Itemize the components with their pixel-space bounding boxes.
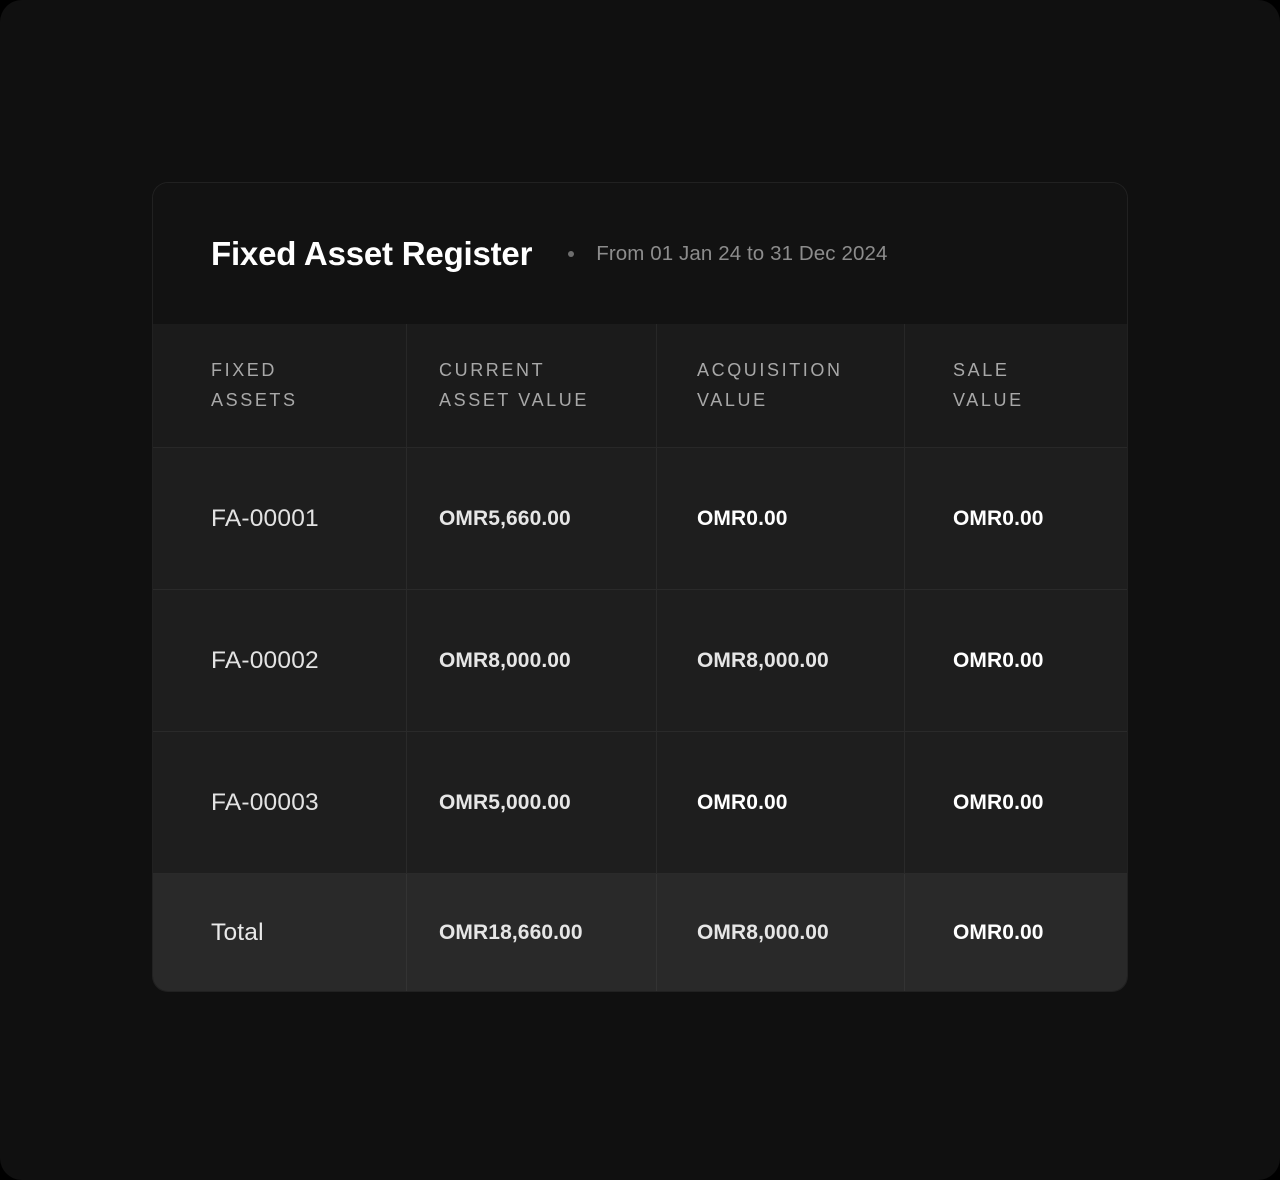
column-header-label: FIXED ASSETS bbox=[211, 360, 298, 410]
total-sale-value-label: OMR0.00 bbox=[953, 920, 1044, 944]
cell-total-current-asset-value: OMR18,660.00 bbox=[407, 874, 657, 991]
total-acquisition-value-label: OMR8,000.00 bbox=[697, 920, 829, 944]
cell-acquisition-value: OMR0.00 bbox=[657, 732, 905, 873]
cell-asset-id: FA-00003 bbox=[153, 732, 407, 873]
sale-value-label: OMR0.00 bbox=[953, 648, 1044, 672]
cell-asset-id: FA-00002 bbox=[153, 590, 407, 731]
asset-id-label: FA-00002 bbox=[211, 646, 319, 674]
column-header-current-asset-value[interactable]: CURRENT ASSET VALUE bbox=[407, 324, 657, 447]
cell-total-acquisition-value: OMR8,000.00 bbox=[657, 874, 905, 991]
cell-total-sale-value: OMR0.00 bbox=[905, 874, 1127, 991]
cell-current-asset-value: OMR5,660.00 bbox=[407, 448, 657, 589]
cell-acquisition-value: OMR0.00 bbox=[657, 448, 905, 589]
asset-id-label: FA-00001 bbox=[211, 504, 319, 532]
column-header-label: SALE VALUE bbox=[953, 360, 1024, 410]
cell-sale-value: OMR0.00 bbox=[905, 732, 1127, 873]
card-header: Fixed Asset Register From 01 Jan 24 to 3… bbox=[153, 183, 1127, 324]
cell-current-asset-value: OMR5,000.00 bbox=[407, 732, 657, 873]
asset-id-label: FA-00003 bbox=[211, 788, 319, 816]
total-label: Total bbox=[211, 918, 264, 946]
column-header-sale-value[interactable]: SALE VALUE bbox=[905, 324, 1127, 447]
fixed-asset-register-card: Fixed Asset Register From 01 Jan 24 to 3… bbox=[152, 182, 1128, 992]
report-period-label: From 01 Jan 24 to 31 Dec 2024 bbox=[596, 241, 888, 265]
cell-sale-value: OMR0.00 bbox=[905, 448, 1127, 589]
cell-current-asset-value: OMR8,000.00 bbox=[407, 590, 657, 731]
table-row[interactable]: FA-00001 OMR5,660.00 OMR0.00 OMR0.00 bbox=[153, 448, 1127, 590]
table-row[interactable]: FA-00003 OMR5,000.00 OMR0.00 OMR0.00 bbox=[153, 732, 1127, 874]
table-row[interactable]: FA-00002 OMR8,000.00 OMR8,000.00 OMR0.00 bbox=[153, 590, 1127, 732]
column-header-label: CURRENT ASSET VALUE bbox=[439, 360, 589, 410]
page-root: Fixed Asset Register From 01 Jan 24 to 3… bbox=[0, 0, 1280, 1180]
current-asset-value-label: OMR8,000.00 bbox=[439, 648, 571, 672]
table-header-row: FIXED ASSETS CURRENT ASSET VALUE ACQUISI… bbox=[153, 324, 1127, 448]
cell-total-label: Total bbox=[153, 874, 407, 991]
cell-sale-value: OMR0.00 bbox=[905, 590, 1127, 731]
current-asset-value-label: OMR5,660.00 bbox=[439, 506, 571, 530]
acquisition-value-label: OMR0.00 bbox=[697, 790, 788, 814]
table-total-row: Total OMR18,660.00 OMR8,000.00 OMR0.00 bbox=[153, 874, 1127, 991]
column-header-fixed-assets[interactable]: FIXED ASSETS bbox=[153, 324, 407, 447]
acquisition-value-label: OMR8,000.00 bbox=[697, 648, 829, 672]
page-title: Fixed Asset Register bbox=[211, 234, 533, 272]
acquisition-value-label: OMR0.00 bbox=[697, 506, 788, 530]
column-header-label: ACQUISITION VALUE bbox=[697, 360, 843, 410]
cell-asset-id: FA-00001 bbox=[153, 448, 407, 589]
fixed-asset-table: FIXED ASSETS CURRENT ASSET VALUE ACQUISI… bbox=[153, 324, 1127, 991]
total-current-asset-value-label: OMR18,660.00 bbox=[439, 920, 583, 944]
current-asset-value-label: OMR5,000.00 bbox=[439, 790, 571, 814]
bullet-separator-icon bbox=[568, 250, 575, 257]
sale-value-label: OMR0.00 bbox=[953, 506, 1044, 530]
cell-acquisition-value: OMR8,000.00 bbox=[657, 590, 905, 731]
sale-value-label: OMR0.00 bbox=[953, 790, 1044, 814]
column-header-acquisition-value[interactable]: ACQUISITION VALUE bbox=[657, 324, 905, 447]
